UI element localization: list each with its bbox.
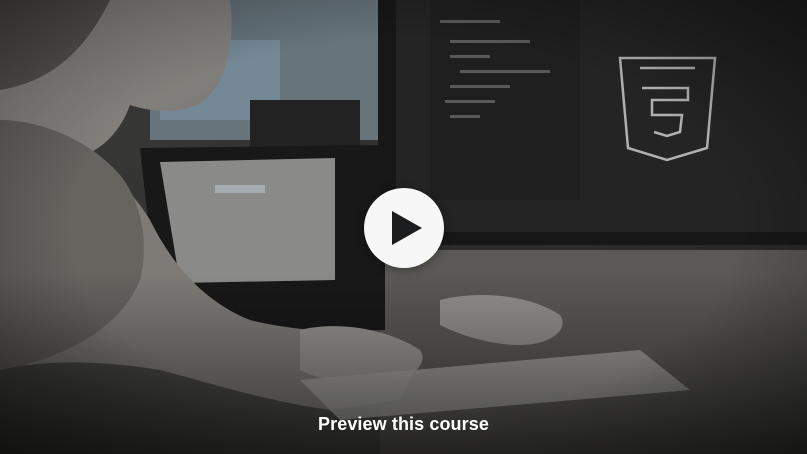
course-preview[interactable]: Preview this course xyxy=(0,0,807,454)
play-button[interactable] xyxy=(364,188,444,268)
play-icon xyxy=(392,211,422,245)
preview-course-label[interactable]: Preview this course xyxy=(0,412,807,436)
